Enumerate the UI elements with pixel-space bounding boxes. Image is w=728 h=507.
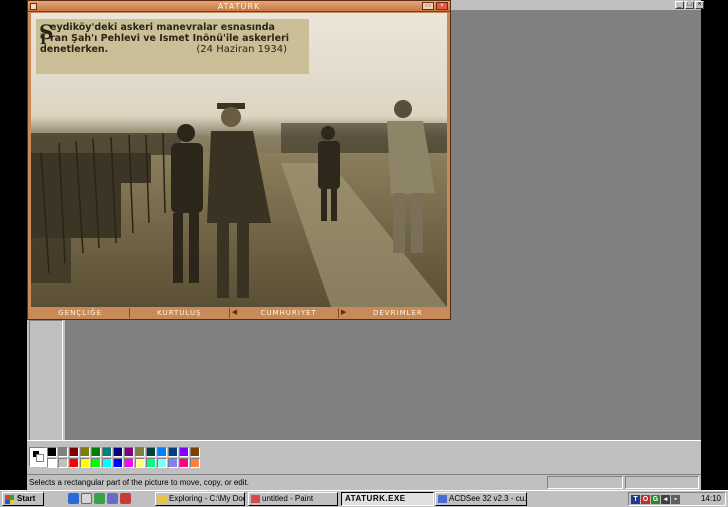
ataturk-window: ATATÜRK ▭ × S eydiköy'deki askeri manevr… [27,0,451,320]
color-swatch[interactable] [69,447,79,457]
photo-caption: S eydiköy'deki askeri manevralar esnasın… [36,19,309,74]
paint-status-bar: Selects a rectangular part of the pictur… [27,474,701,490]
nav-devrimler[interactable]: DEVRIMLER [349,308,447,318]
desktop-icon[interactable] [81,493,92,504]
caption-date: (24 Haziran 1934) [196,44,287,55]
color-swatch[interactable] [135,458,145,468]
caption-line-3: denetlerken. [40,44,109,55]
color-swatch[interactable] [135,447,145,457]
color-swatch[interactable] [124,447,134,457]
nav-prev-arrow-icon[interactable]: ◀ [230,308,240,318]
color-swatch[interactable] [47,447,57,457]
tray-g-icon[interactable]: G [651,495,660,504]
color-swatch[interactable] [168,458,178,468]
ataturk-window-controls: ▭ × [422,2,448,10]
caption-line-2: ran Şah'ı Pehlevi ve Ismet Inönü'ile ask… [50,33,290,44]
color-swatch[interactable] [190,458,200,468]
status-size-cell [625,476,699,489]
taskbar-acdsee[interactable]: ACDSee 32 v2.3 - cu... [435,492,527,506]
ataturk-nav-bar: GENÇLIĞE KURTULUŞ ◀ CUMHURIYET ▶ DEVRIML… [31,308,447,318]
color-palette-bar [27,440,701,474]
left-black-strip [0,0,27,490]
color-swatch[interactable] [179,458,189,468]
taskbar-exploring-label: Exploring - C:\My Doc... [169,494,244,503]
taskbar-ataturk-label: ATATURK.EXE [345,494,406,503]
color-swatch[interactable] [102,447,112,457]
tray-icons: T O G ◂ ▪ [631,495,680,504]
color-swatch[interactable] [179,447,189,457]
app-shortcut-icon[interactable] [120,493,131,504]
color-swatch[interactable] [102,458,112,468]
color-swatch[interactable] [113,458,123,468]
tool-options-box[interactable] [29,320,63,446]
color-swatch[interactable] [58,458,68,468]
ataturk-title: ATATÜRK [217,2,261,11]
taskbar-paint-label: untitled - Paint [262,494,314,503]
right-black-strip [701,0,728,490]
color-swatch[interactable] [157,447,167,457]
system-tray: T O G ◂ ▪ 14:10 [628,492,726,506]
background-color [36,454,44,462]
outlook-icon[interactable] [107,493,118,504]
taskbar-acdsee-label: ACDSee 32 v2.3 - cu... [449,494,527,503]
color-swatch[interactable] [146,458,156,468]
nav-cumhuriyet[interactable]: CUMHURIYET [240,308,339,318]
tray-network-icon[interactable]: ▪ [671,495,680,504]
paint-icon [251,495,260,503]
tray-tr-icon[interactable]: T [631,495,640,504]
ataturk-titlebar[interactable]: ATATÜRK ▭ × [28,1,450,12]
color-swatch[interactable] [146,447,156,457]
color-swatch[interactable] [80,447,90,457]
ie-icon[interactable] [68,493,79,504]
ataturk-minimize-button[interactable]: ▭ [422,2,434,10]
paint-window-controls: _ □ × [675,1,704,9]
nav-kurtulus[interactable]: KURTULUŞ [130,308,230,318]
color-swatch[interactable] [91,447,101,457]
clock: 14:10 [700,494,721,503]
color-swatch[interactable] [80,458,90,468]
taskbar-ataturk[interactable]: ATATURK.EXE [341,492,434,506]
taskbar: Start Exploring - C:\My Doc... untitled … [0,490,728,507]
current-colors [29,447,47,467]
minimize-button[interactable]: _ [675,1,684,9]
taskbar-paint[interactable]: untitled - Paint [248,492,338,506]
color-swatch[interactable] [157,458,167,468]
folder-icon [158,495,167,503]
status-coords-cell [547,476,623,489]
maximize-button[interactable]: □ [685,1,694,9]
caption-line-1: eydiköy'deki askeri manevralar esnasında [50,22,275,33]
ataturk-close-button[interactable]: × [436,2,448,10]
tray-app-icon[interactable]: O [641,495,650,504]
color-swatch[interactable] [47,458,57,468]
windows-logo-icon [5,495,14,504]
color-swatch[interactable] [69,458,79,468]
color-swatch[interactable] [91,458,101,468]
color-swatches [47,447,200,468]
color-swatch[interactable] [124,458,134,468]
color-swatch[interactable] [168,447,178,457]
start-button[interactable]: Start [2,492,44,506]
tray-volume-icon[interactable]: ◂ [661,495,670,504]
close-button[interactable]: × [695,1,704,9]
nav-next-arrow-icon[interactable]: ▶ [339,308,349,318]
color-swatch[interactable] [113,447,123,457]
channels-icon[interactable] [94,493,105,504]
color-swatch[interactable] [190,447,200,457]
start-label: Start [17,494,36,503]
color-swatch[interactable] [58,447,68,457]
historical-photo: S eydiköy'deki askeri manevralar esnasın… [31,13,447,307]
taskbar-exploring[interactable]: Exploring - C:\My Doc... [155,492,245,506]
quick-launch [68,493,131,504]
nav-genclige[interactable]: GENÇLIĞE [31,308,131,318]
acdsee-icon [438,495,447,503]
status-text: Selects a rectangular part of the pictur… [29,478,249,487]
